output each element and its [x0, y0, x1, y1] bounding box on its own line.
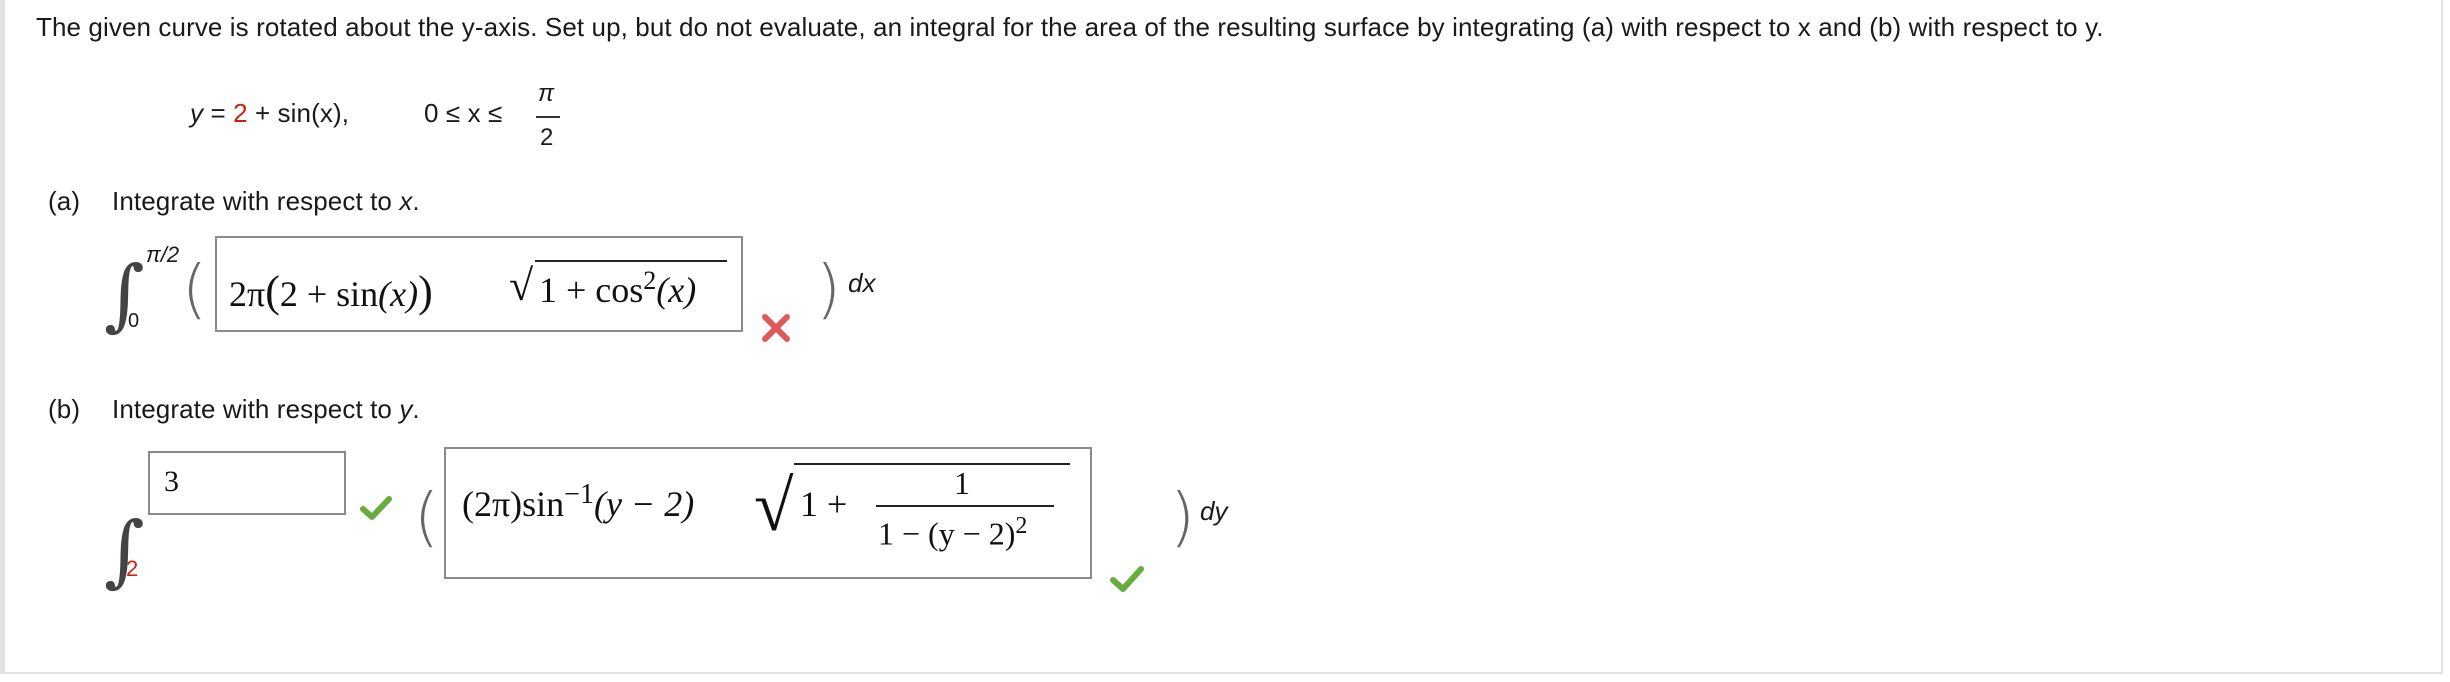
- close-paren-a: ): [816, 253, 841, 327]
- differential-b: dy: [1200, 496, 1228, 526]
- correct-icon: [1110, 566, 1144, 597]
- sqrt-bar-b: [794, 463, 1070, 465]
- part-b-tag: (b): [48, 394, 81, 424]
- upper-limit-a: π/2: [146, 242, 180, 267]
- curve-rest: + sin(x),: [254, 98, 350, 128]
- lower-limit-b: 2: [126, 556, 139, 581]
- differential-a: dx: [848, 268, 876, 298]
- answer-input-b[interactable]: (2π)sin−1(y − 2) √ 1 + 1 1 − (y − 2)2: [444, 447, 1092, 579]
- domain-fraction-bar: [536, 116, 560, 118]
- upper-limit-value-b: 3: [164, 465, 179, 498]
- answer-a-expression: 2π(2 + sin(x)): [229, 267, 433, 316]
- part-a-tag: (a): [48, 186, 81, 216]
- curve-constant: 2: [233, 98, 248, 128]
- answer-input-a[interactable]: 2π(2 + sin(x)) √ 1 + cos2(x): [215, 236, 743, 332]
- problem-statement: The given curve is rotated about the y-a…: [36, 12, 2104, 42]
- part-b-label: Integrate with respect to y.: [112, 394, 420, 424]
- lower-limit-a: 0: [128, 310, 140, 332]
- upper-limit-correct-icon: [360, 496, 392, 525]
- open-paren-b: (: [414, 481, 439, 555]
- open-paren-a: (: [182, 253, 207, 327]
- curve-domain: 0 ≤ x ≤: [424, 98, 503, 128]
- sqrt-bar-a: [535, 260, 727, 262]
- upper-limit-input-b[interactable]: 3: [148, 451, 346, 515]
- domain-pi: π: [538, 80, 555, 107]
- question-panel: [0, 0, 2443, 674]
- fraction-bar-b: [876, 505, 1054, 507]
- sqrt-symbol-a: √: [509, 261, 534, 310]
- sqrt-content-a: 1 + cos2(x): [539, 266, 697, 310]
- incorrect-icon: [760, 312, 792, 349]
- part-a-label: Integrate with respect to x.: [112, 186, 420, 216]
- integral-sign-b: ∫: [104, 506, 145, 596]
- sqrt-prefix-b: 1 +: [800, 484, 848, 524]
- answer-b-expression: (2π)sin−1(y − 2): [462, 479, 695, 524]
- fraction-numerator-b: 1: [954, 465, 970, 501]
- close-paren-b: ): [1170, 481, 1195, 555]
- curve-equation: y = 2 + sin(x),: [190, 98, 350, 128]
- sqrt-symbol-b: √: [754, 466, 794, 546]
- fraction-denominator-b: 1 − (y − 2)2: [878, 513, 1028, 552]
- domain-denominator: 2: [540, 124, 554, 151]
